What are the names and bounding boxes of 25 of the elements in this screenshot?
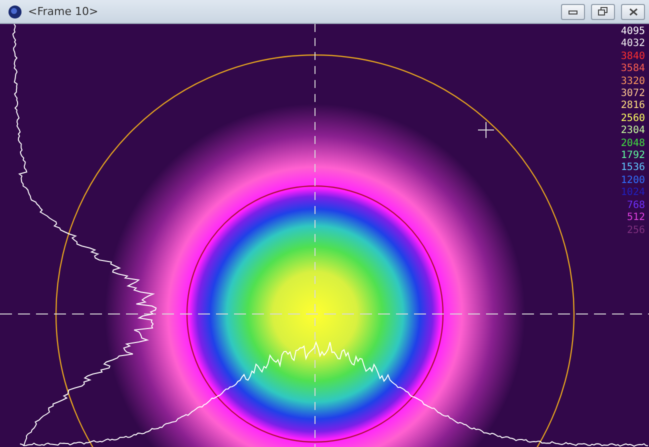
legend-label: 256 (626, 224, 645, 237)
minimize-icon (568, 8, 578, 14)
close-icon (628, 8, 638, 16)
legend-label: 2816 (620, 100, 645, 113)
legend-label: 2304 (620, 125, 645, 138)
legend-label: 768 (626, 200, 645, 212)
close-button[interactable] (621, 4, 645, 20)
restore-button[interactable] (591, 4, 615, 20)
legend-label: 1024 (620, 187, 645, 200)
legend-label: 1536 (620, 162, 645, 175)
legend-label: 2048 (620, 138, 645, 150)
app-icon (8, 4, 22, 18)
legend-label: 4095 (620, 26, 645, 38)
legend-label: 1792 (620, 150, 645, 162)
legend-label: 3320 (620, 76, 645, 88)
legend-label: 2560 (620, 112, 645, 126)
legend-label: 3840 (620, 50, 645, 64)
restore-icon (598, 7, 608, 16)
window-title: <Frame 10> (28, 5, 100, 18)
legend-label: 512 (626, 212, 645, 224)
minimize-button[interactable] (561, 4, 585, 20)
legend-label: 3072 (620, 88, 645, 100)
legend-label: 3584 (620, 63, 645, 76)
legend-label: 4032 (620, 38, 645, 51)
legend-label: 1200 (620, 174, 645, 188)
